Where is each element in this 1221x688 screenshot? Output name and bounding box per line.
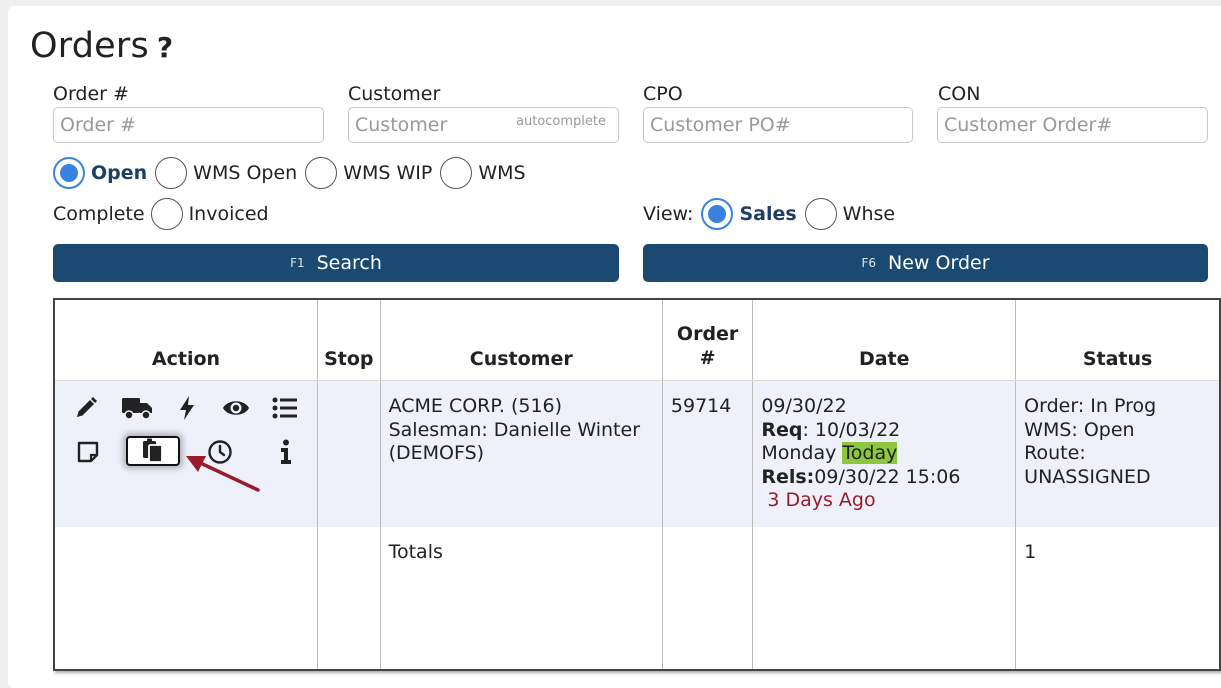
- req-label: Req: [761, 418, 803, 441]
- order-number-label: Order #: [53, 83, 129, 105]
- status-filter-group: Open WMS Open WMS WIP WMS: [53, 157, 534, 189]
- salesman-code: (DEMOFS): [388, 442, 485, 464]
- order-number[interactable]: 59714: [671, 395, 744, 419]
- header-order-line1: Order: [676, 323, 739, 345]
- totals-stop-cell: [317, 527, 381, 670]
- eye-icon[interactable]: [221, 394, 251, 422]
- days-ago: 3 Days Ago: [767, 489, 876, 511]
- radio-view-sales[interactable]: [701, 198, 734, 230]
- search-fkey: F1: [290, 256, 305, 270]
- req-day: Monday Today: [761, 442, 1007, 466]
- pencil-icon[interactable]: [71, 394, 101, 422]
- totals-row: Totals 1: [54, 527, 1220, 670]
- header-order[interactable]: Order #: [662, 299, 754, 381]
- con-label: CON: [938, 83, 981, 105]
- search-button[interactable]: F1 Search: [53, 244, 619, 282]
- info-icon[interactable]: [271, 438, 301, 466]
- totals-status-count: 1: [1024, 541, 1037, 563]
- header-date[interactable]: Date: [752, 299, 1017, 381]
- status-cell: Order: In Prog WMS: Open Route: UNASSIGN…: [1015, 380, 1220, 527]
- rels-date: Rels:09/30/22 15:06: [761, 466, 1007, 490]
- radio-wms-wip[interactable]: [305, 157, 338, 189]
- header-action: Action: [54, 299, 318, 381]
- new-order-button[interactable]: F6 New Order: [643, 244, 1208, 282]
- status-route-label: Route:: [1024, 442, 1086, 464]
- radio-open-label: Open: [91, 162, 148, 184]
- rels-value: 09/30/22 15:06: [814, 465, 961, 488]
- header-status[interactable]: Status: [1015, 299, 1220, 381]
- totals-label-cell: Totals: [380, 527, 663, 670]
- status-filter-group-row2: Complete Invoiced: [53, 198, 277, 230]
- radio-view-sales-label: Sales: [739, 203, 797, 225]
- cpo-label: CPO: [643, 83, 683, 105]
- new-order-button-label: New Order: [888, 252, 990, 274]
- customer-cell: ACME CORP. (516) Salesman: Danielle Wint…: [380, 380, 663, 527]
- order-number-cell: 59714: [662, 380, 754, 527]
- note-icon[interactable]: [73, 438, 103, 466]
- radio-wms-open[interactable]: [155, 157, 188, 189]
- radio-wms-label: WMS: [478, 162, 526, 184]
- page-title: Orders?: [30, 26, 174, 66]
- radio-view-whse[interactable]: [804, 198, 837, 230]
- radio-open[interactable]: [53, 157, 85, 189]
- req-date: Req: 10/03/22: [761, 419, 1007, 443]
- today-badge: Today: [842, 442, 898, 464]
- status-route-value: UNASSIGNED: [1024, 465, 1151, 488]
- cpo-input[interactable]: [643, 107, 913, 143]
- customer-name[interactable]: ACME CORP. (516): [389, 395, 654, 419]
- order-number-input[interactable]: [53, 107, 324, 143]
- radio-invoiced-label: Invoiced: [188, 203, 269, 225]
- totals-status-cell: 1: [1015, 527, 1220, 670]
- header-stop[interactable]: Stop: [317, 299, 381, 381]
- order-date: 09/30/22: [761, 395, 847, 417]
- radio-view-whse-label: Whse: [842, 203, 896, 225]
- view-label: View:: [643, 203, 694, 225]
- salesman: Salesman: Danielle Winter: [388, 418, 641, 441]
- copy-icon[interactable]: [139, 436, 167, 464]
- radio-invoiced[interactable]: [150, 198, 183, 230]
- req-value: : 10/03/22: [802, 418, 901, 441]
- complete-label: Complete: [53, 203, 145, 225]
- autocomplete-hint: autocomplete: [516, 114, 606, 129]
- date-cell: 09/30/22 Req: 10/03/22 Monday Today Rels…: [752, 380, 1017, 527]
- totals-label: Totals: [388, 541, 443, 563]
- truck-icon[interactable]: [120, 394, 154, 422]
- bolt-icon[interactable]: [172, 394, 202, 422]
- help-icon[interactable]: ?: [157, 31, 173, 64]
- new-order-fkey: F6: [861, 256, 877, 270]
- header-order-line2: #: [699, 347, 716, 369]
- search-button-label: Search: [316, 252, 382, 274]
- totals-action-cell: [54, 527, 318, 670]
- status-wms: WMS: Open: [1024, 418, 1135, 441]
- stop-cell: [317, 380, 381, 527]
- radio-wms-open-label: WMS Open: [193, 162, 298, 184]
- list-icon[interactable]: [270, 394, 300, 422]
- weekday: Monday: [761, 442, 837, 464]
- totals-order-cell: [662, 527, 754, 670]
- con-input[interactable]: [937, 107, 1208, 143]
- annotation-arrow: [186, 456, 260, 492]
- rels-label: Rels:: [761, 465, 815, 488]
- radio-wms[interactable]: [440, 157, 473, 189]
- view-toggle: View: Sales Whse: [643, 198, 903, 230]
- radio-wms-wip-label: WMS WIP: [343, 162, 433, 184]
- status-order: Order: In Prog: [1024, 395, 1157, 417]
- header-customer[interactable]: Customer: [380, 299, 663, 381]
- customer-label: Customer: [348, 83, 441, 105]
- totals-date-cell: [752, 527, 1017, 670]
